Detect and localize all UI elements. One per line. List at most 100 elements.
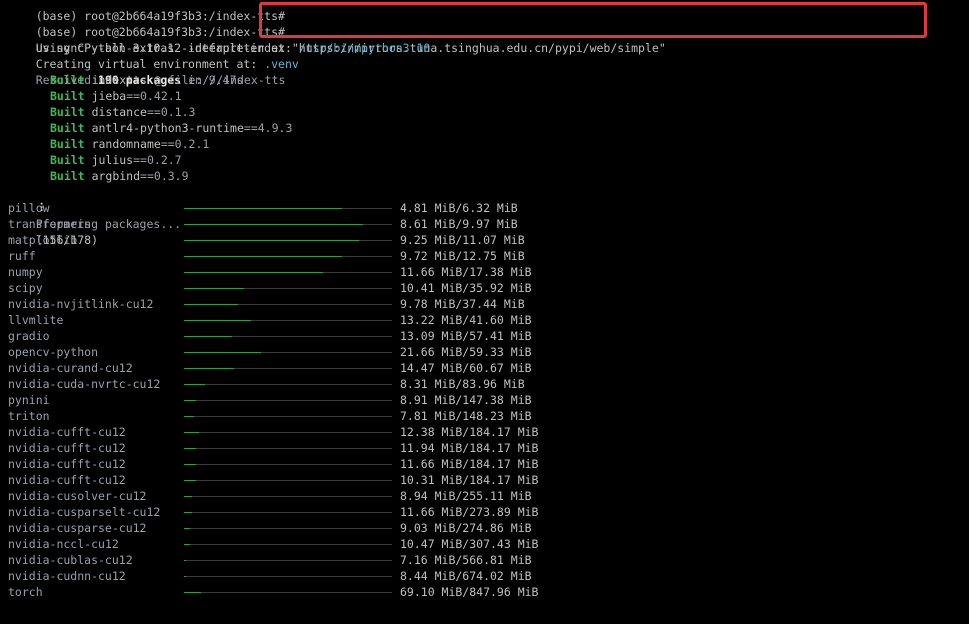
download-row: nvidia-cufft-cu12 11.66 MiB/184.17 MiB (0, 456, 969, 472)
download-row: pillow 4.81 MiB/6.32 MiB (0, 200, 969, 216)
download-row: transformers 8.61 MiB/9.97 MiB (0, 216, 969, 232)
download-progress-fill (184, 320, 251, 321)
download-progress-fill (184, 592, 201, 593)
terminal-window[interactable]: (base) root@2b664a19f3b3:/index-tts# (ba… (0, 0, 969, 624)
download-progress-bar (184, 384, 392, 385)
download-row: gradio 13.09 MiB/57.41 MiB (0, 328, 969, 344)
download-size: 8.61 MiB/9.97 MiB (400, 217, 518, 231)
download-size: 9.03 MiB/274.86 MiB (400, 521, 532, 535)
download-progress-bar (184, 272, 392, 273)
download-progress-bar (184, 480, 392, 481)
download-progress-fill (184, 240, 359, 241)
download-package-name: nvidia-cuda-nvrtc-cu12 (8, 377, 161, 391)
command-highlight-box (259, 2, 927, 38)
download-size: 7.81 MiB/148.23 MiB (400, 409, 532, 423)
built-separator: == (243, 121, 258, 135)
download-progress-fill (184, 512, 193, 513)
download-row: nvidia-cudnn-cu12 8.44 MiB/674.02 MiB (0, 568, 969, 584)
download-progress-fill (184, 464, 197, 465)
download-progress-fill (184, 336, 232, 337)
download-progress-fill (184, 256, 343, 257)
built-package-name: distance (91, 105, 147, 119)
download-progress-bar (184, 448, 392, 449)
built-label: Built (50, 137, 85, 151)
built-line: Built indextts @ file:///index-tts (50, 72, 285, 88)
built-separator: == (133, 153, 147, 167)
built-package-name: antlr4-python3-runtime (91, 121, 244, 135)
built-line: Built antlr4-python3-runtime==4.9.3 (50, 120, 292, 136)
prev-prompt-line: (base) root@2b664a19f3b3:/index-tts# (8, 0, 285, 23)
download-progress-bar (184, 400, 392, 401)
built-package-name: jieba (91, 89, 127, 103)
built-package-name: randomname (91, 137, 161, 151)
download-progress-bar (184, 208, 392, 209)
download-package-name: nvidia-cusparselt-cu12 (8, 505, 161, 519)
download-size: 4.81 MiB/6.32 MiB (400, 201, 518, 215)
download-package-name: pynini (8, 393, 50, 407)
download-row: scipy 10.41 MiB/35.92 MiB (0, 280, 969, 296)
download-progress-fill (184, 576, 187, 577)
download-progress-bar (184, 464, 392, 465)
download-progress-fill (184, 224, 363, 225)
download-progress-fill (184, 416, 195, 417)
resolved-line: Resolved 190 packages in 9.47s (8, 56, 244, 87)
download-package-name: nvidia-cufft-cu12 (8, 473, 126, 487)
download-progress-bar (184, 352, 392, 353)
download-row: nvidia-cusparselt-cu12 11.66 MiB/273.89 M… (0, 504, 969, 520)
download-package-name: gradio (8, 329, 50, 343)
download-row: nvidia-curand-cu12 14.47 MiB/60.67 MiB (0, 360, 969, 376)
download-size: 11.94 MiB/184.17 MiB (400, 441, 539, 455)
built-package-name: indextts (91, 73, 147, 87)
download-progress-bar (184, 592, 392, 593)
built-package-name: julius (91, 153, 134, 167)
built-version: 0.1.3 (160, 105, 196, 119)
download-progress-fill (184, 400, 197, 401)
download-progress-fill (184, 448, 197, 449)
download-size: 8.31 MiB/83.96 MiB (400, 377, 525, 391)
download-package-name: nvidia-cusolver-cu12 (8, 489, 147, 503)
download-package-name: nvidia-cufft-cu12 (8, 457, 126, 471)
download-size: 10.41 MiB/35.92 MiB (400, 281, 532, 295)
built-version: 0.42.1 (140, 89, 182, 103)
built-line: Built julius==0.2.7 (50, 152, 182, 168)
built-label: Built (50, 105, 85, 119)
built-label: Built (50, 89, 85, 103)
download-size: 21.66 MiB/59.33 MiB (400, 345, 532, 359)
download-progress-bar (184, 256, 392, 257)
download-progress-fill (184, 288, 245, 289)
built-version: 0.2.7 (146, 153, 182, 167)
download-package-name: triton (8, 409, 50, 423)
download-progress-bar (184, 304, 392, 305)
download-progress-bar (184, 496, 392, 497)
download-row: nvidia-cusparse-cu12 9.03 MiB/274.86 MiB (0, 520, 969, 536)
download-progress-fill (184, 272, 324, 273)
built-separator: == (160, 137, 175, 151)
download-row: pynini 8.91 MiB/147.38 MiB (0, 392, 969, 408)
creating-venv-line: Creating virtual environment at: .venv (8, 40, 299, 71)
download-package-name: matplotlib (8, 233, 78, 247)
download-package-name: scipy (8, 281, 43, 295)
built-line: Built randomname==0.2.1 (50, 136, 209, 152)
download-progress-fill (184, 368, 234, 369)
download-row: nvidia-cufft-cu12 11.94 MiB/184.17 MiB (0, 440, 969, 456)
download-size: 11.66 MiB/17.38 MiB (400, 265, 532, 279)
built-package-name: argbind (91, 169, 141, 183)
download-package-name: transformers (8, 217, 92, 231)
download-row: matplotlib 9.25 MiB/11.07 MiB (0, 232, 969, 248)
built-version: 0.2.1 (174, 137, 210, 151)
download-progress-fill (184, 208, 343, 209)
download-size: 9.78 MiB/37.44 MiB (400, 297, 525, 311)
download-package-name: llvmlite (8, 313, 64, 327)
built-separator: == (126, 89, 141, 103)
download-progress-bar (184, 320, 392, 321)
download-package-name: nvidia-cufft-cu12 (8, 425, 126, 439)
built-version: 4.9.3 (257, 121, 293, 135)
built-line: Built jieba==0.42.1 (50, 88, 182, 104)
download-progress-bar (184, 336, 392, 337)
download-size: 13.22 MiB/41.60 MiB (400, 313, 532, 327)
download-row: numpy 11.66 MiB/17.38 MiB (0, 264, 969, 280)
download-package-name: nvidia-cufft-cu12 (8, 441, 126, 455)
built-line: Built distance==0.1.3 (50, 104, 195, 120)
download-progress-bar (184, 576, 392, 577)
download-progress-bar (184, 416, 392, 417)
